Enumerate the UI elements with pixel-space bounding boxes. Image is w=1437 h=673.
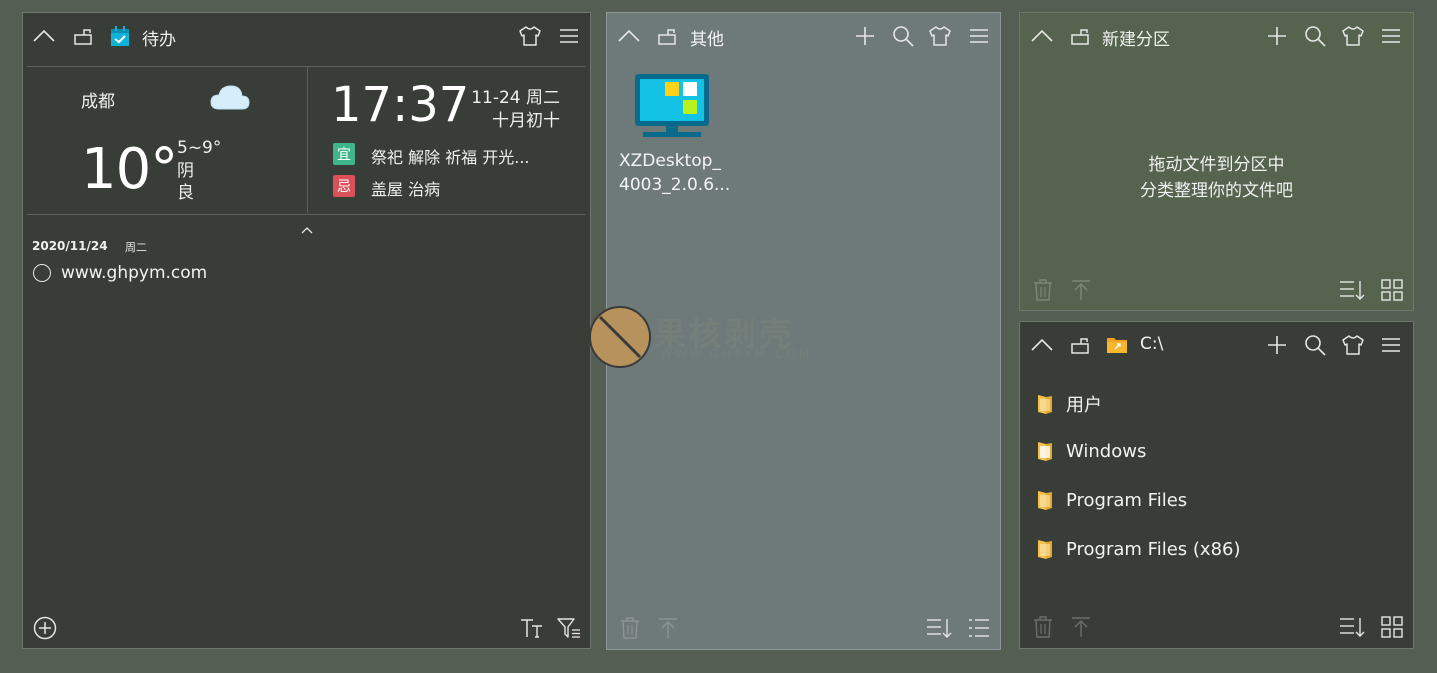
new-partition-panel-header: 新建分区: [1020, 13, 1413, 59]
watermark: 果核剥壳 WWW.GHPYM.COM: [588, 305, 858, 369]
other-panel-header: 其他: [607, 13, 1000, 59]
list-view-icon[interactable]: [966, 615, 992, 641]
todo-date: 2020/11/24: [32, 239, 108, 253]
move-top-icon[interactable]: [1068, 277, 1094, 303]
folder-icon: [1038, 540, 1052, 559]
collapse-info-icon[interactable]: [301, 219, 313, 238]
trash-icon[interactable]: [1030, 277, 1056, 303]
filter-icon[interactable]: [556, 615, 582, 641]
panel-title: 其他: [690, 30, 724, 50]
search-icon[interactable]: [1302, 332, 1328, 358]
skin-shirt-icon[interactable]: [517, 23, 543, 49]
folder-icon: [1038, 442, 1052, 461]
grid-view-icon[interactable]: [1379, 614, 1405, 640]
folder-icon: [1038, 491, 1052, 510]
weather-range: 5~9°: [177, 138, 222, 158]
clock-date: 11-24 周二: [471, 88, 560, 108]
folder-item-program-files-x86[interactable]: Program Files (x86): [1036, 538, 1241, 560]
panel-title: C:\: [1140, 334, 1164, 354]
drive-c-panel-header: C:\: [1020, 322, 1413, 368]
todo-panel: 待办 成都 10° 5~9° 阴 良 17:37 11-24 周二 十月初十 宜…: [22, 12, 591, 649]
trash-icon[interactable]: [617, 615, 643, 641]
weather-city: 成都: [81, 92, 115, 112]
collapse-chevron-icon[interactable]: [1029, 23, 1055, 49]
calendar-check-icon: [107, 23, 133, 49]
unlock-icon[interactable]: [654, 23, 680, 49]
move-top-icon[interactable]: [655, 615, 681, 641]
folder-item-program-files[interactable]: Program Files: [1036, 489, 1187, 511]
collapse-chevron-icon[interactable]: [616, 23, 642, 49]
sort-icon[interactable]: [1339, 614, 1365, 640]
weather-air-quality: 良: [177, 183, 194, 203]
bad-badge: 忌: [333, 175, 355, 197]
panel-title: 待办: [142, 30, 176, 50]
empty-partition-hint: 拖动文件到分区中 分类整理你的文件吧: [1020, 152, 1413, 204]
file-name-line1: XZDesktop_: [619, 151, 721, 171]
sort-icon[interactable]: [926, 615, 952, 641]
watermark-logo-icon: [589, 306, 651, 368]
folder-item-users[interactable]: 用户: [1036, 391, 1102, 417]
trash-icon[interactable]: [1030, 614, 1056, 640]
menu-icon[interactable]: [966, 23, 992, 49]
folder-shortcut-icon: [1104, 332, 1130, 358]
todo-checkbox[interactable]: [33, 264, 51, 282]
font-size-icon[interactable]: [519, 615, 545, 641]
menu-icon[interactable]: [556, 23, 582, 49]
unlock-icon[interactable]: [70, 23, 96, 49]
menu-icon[interactable]: [1378, 23, 1404, 49]
cloud-icon: [209, 83, 251, 115]
grid-view-icon[interactable]: [1379, 277, 1405, 303]
todo-item[interactable]: www.ghpym.com: [33, 263, 207, 283]
drive-c-panel: C:\ 用户 Windows Program Files Program Fil…: [1019, 321, 1414, 649]
divider: [307, 67, 308, 213]
new-partition-panel: 新建分区 拖动文件到分区中 分类整理你的文件吧: [1019, 12, 1414, 311]
search-icon[interactable]: [1302, 23, 1328, 49]
todo-item-text: www.ghpym.com: [61, 263, 208, 283]
clock-lunar-date: 十月初十: [492, 111, 560, 131]
panel-title: 新建分区: [1102, 30, 1170, 50]
folder-name: Program Files (x86): [1066, 538, 1241, 560]
folder-item-windows[interactable]: Windows: [1036, 440, 1146, 462]
divider: [27, 214, 586, 215]
search-icon[interactable]: [890, 23, 916, 49]
file-label[interactable]: XZDesktop_ 4003_2.0.6...: [619, 149, 769, 197]
weather-condition: 阴: [177, 161, 194, 181]
add-icon[interactable]: [1264, 332, 1290, 358]
move-top-icon[interactable]: [1068, 614, 1094, 640]
add-icon[interactable]: [1264, 23, 1290, 49]
folder-name: Program Files: [1066, 489, 1188, 511]
good-badge: 宜: [333, 143, 355, 165]
watermark-sub: WWW.GHPYM.COM: [660, 347, 813, 361]
sort-icon[interactable]: [1339, 277, 1365, 303]
almanac-good: 祭祀 解除 祈福 开光...: [371, 148, 530, 167]
desktop-app-icon[interactable]: [633, 73, 711, 141]
folder-name: Windows: [1066, 440, 1147, 462]
clock-time: 17:37: [331, 77, 470, 133]
collapse-chevron-icon[interactable]: [31, 23, 57, 49]
menu-icon[interactable]: [1378, 332, 1404, 358]
folder-icon: [1038, 395, 1052, 414]
skin-shirt-icon[interactable]: [1340, 23, 1366, 49]
hint-line2: 分类整理你的文件吧: [1140, 181, 1293, 201]
add-icon[interactable]: [852, 23, 878, 49]
add-todo-icon[interactable]: [32, 615, 58, 641]
unlock-icon[interactable]: [1067, 23, 1093, 49]
collapse-chevron-icon[interactable]: [1029, 332, 1055, 358]
almanac-bad: 盖屋 治病: [371, 180, 441, 199]
skin-shirt-icon[interactable]: [1340, 332, 1366, 358]
todo-weekday: 周二: [125, 241, 147, 254]
todo-panel-header: 待办: [23, 13, 590, 59]
file-name-line2: 4003_2.0.6...: [619, 175, 731, 195]
unlock-icon[interactable]: [1067, 332, 1093, 358]
hint-line1: 拖动文件到分区中: [1148, 155, 1285, 175]
folder-name: 用户: [1066, 395, 1102, 416]
weather-temperature: 10°: [81, 137, 178, 202]
skin-shirt-icon[interactable]: [927, 23, 953, 49]
